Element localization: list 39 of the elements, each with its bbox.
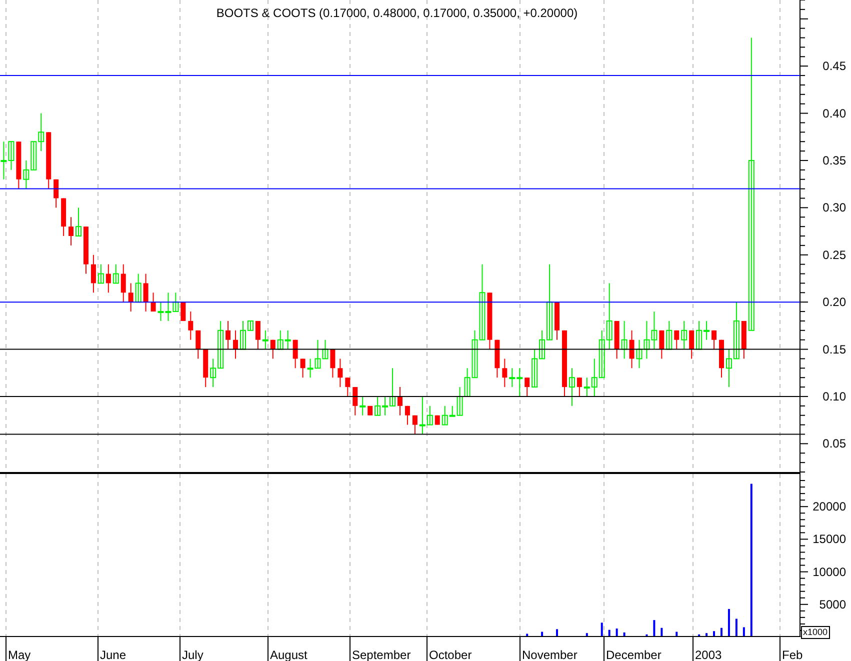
chart-title: BOOTS & COOTS (0.17000, 0.48000, 0.17000, 0.35000, +0.20000) [216,6,578,20]
bar [728,608,730,637]
month-label: November [522,648,578,661]
price-tick-label: 0.35 [822,153,846,168]
candlestick [568,368,575,406]
price-tick-label: 0.10 [822,389,846,404]
candlestick [681,320,688,350]
candlestick [636,339,642,369]
price-tick-label: 0.20 [822,295,846,310]
bar [742,627,745,637]
price-tick-label: 0.15 [822,342,846,356]
candlestick [98,264,104,284]
bar [750,484,752,637]
price-tick-label: 0.25 [822,248,846,262]
candlestick [360,396,366,416]
candlestick [112,264,119,284]
candlestick [135,273,142,303]
month-label: October [429,648,472,661]
bar [653,620,656,637]
price-tick-label: 0.40 [822,106,846,120]
volume-tick-label: 15000 [812,532,846,546]
price-tick-label: 0.45 [822,59,846,74]
volume-tick-label: 10000 [812,564,846,579]
volume-tick-label: 5000 [819,597,846,612]
month-label: June [100,648,126,661]
bar [735,618,738,637]
volume-tick-label: 20000 [812,500,846,514]
month-label: December [606,648,662,661]
candlestick [666,320,672,350]
candlestick [262,330,268,350]
candlestick [748,37,754,331]
volume-unit-label: x1000 [801,626,830,639]
candlestick [621,320,628,360]
price-tick-label: 0.05 [822,436,846,451]
price-tick-label: 0.30 [822,200,846,215]
candlestick [76,207,82,236]
month-label: Feb [782,648,803,661]
month-label: 2003 [695,648,722,661]
bar [600,622,603,637]
